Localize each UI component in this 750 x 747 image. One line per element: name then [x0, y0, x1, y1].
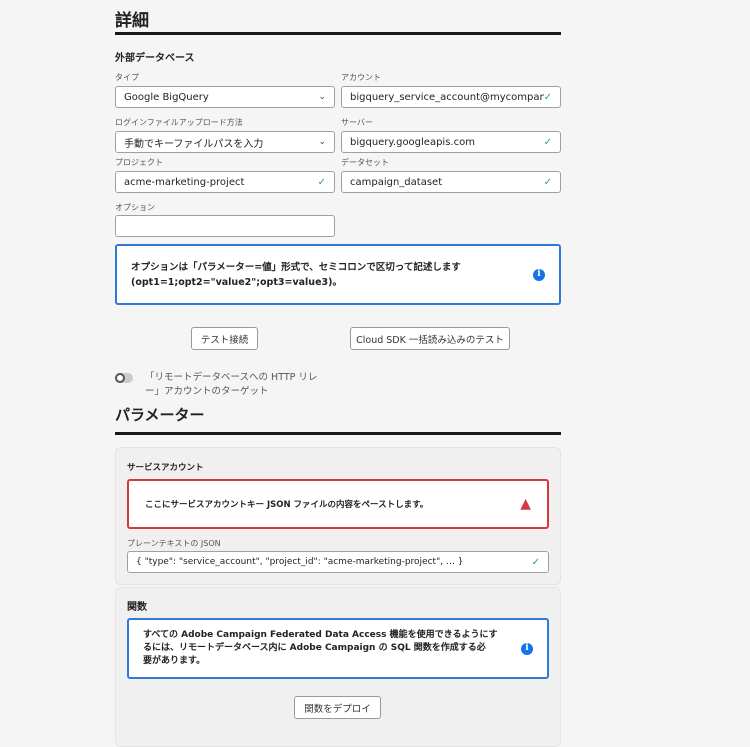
parameters-title: パラメーター	[115, 406, 205, 424]
info-text: (opt1=1;opt2="value2";opt3=value3)。	[131, 276, 342, 288]
service-account-error: ここにサービスアカウントキー JSON ファイルの内容をペーストします。 ▲	[127, 479, 549, 529]
upload-value: 手動でキーファイルパスを入力	[124, 138, 264, 150]
check-icon: ✓	[543, 91, 552, 103]
toggle-text: ー」アカウントのターゲット	[145, 386, 269, 397]
check-icon: ✓	[317, 176, 326, 188]
test-connection-button[interactable]: テスト接続	[191, 327, 258, 350]
server-value: bigquery.googleapis.com	[350, 136, 475, 148]
dataset-value: campaign_dataset	[350, 176, 443, 188]
upload-label: ログインファイルアップロード方法	[115, 118, 243, 127]
chevron-down-icon: ⌄	[318, 92, 326, 102]
divider	[115, 32, 561, 35]
divider	[115, 432, 561, 435]
service-account-title: サービスアカウント	[127, 463, 204, 473]
info-text: すべての Adobe Campaign Federated Data Acces…	[143, 630, 498, 640]
project-label: プロジェクト	[115, 158, 163, 167]
type-select[interactable]: Google BigQuery ⌄	[115, 86, 335, 108]
options-label: オプション	[115, 203, 155, 212]
chevron-down-icon: ⌄	[318, 137, 326, 147]
functions-title: 関数	[127, 602, 147, 613]
dataset-field[interactable]: campaign_dataset ✓	[341, 171, 561, 193]
info-text: オプションは「パラメーター=値」形式で、セミコロンで区切って記述します	[131, 261, 461, 273]
info-icon: i	[521, 642, 533, 655]
toggle-text: 「リモートデータベースへの HTTP リレ	[145, 372, 318, 383]
functions-info-box: すべての Adobe Campaign Federated Data Acces…	[127, 618, 549, 679]
type-label: タイプ	[115, 73, 139, 82]
project-value: acme-marketing-project	[124, 176, 245, 188]
type-value: Google BigQuery	[124, 91, 209, 103]
options-info-box: オプションは「パラメーター=値」形式で、セミコロンで区切って記述します (opt1…	[115, 244, 561, 305]
info-icon: i	[533, 268, 545, 281]
server-field[interactable]: bigquery.googleapis.com ✓	[341, 131, 561, 153]
json-input[interactable]: { "type": "service_account", "project_id…	[127, 551, 549, 573]
account-field[interactable]: bigquery_service_account@mycompany.iam..…	[341, 86, 561, 108]
deploy-functions-button[interactable]: 関数をデプロイ	[294, 696, 381, 719]
check-icon: ✓	[531, 556, 540, 568]
details-title: 詳細	[115, 11, 149, 31]
json-label: プレーンテキストの JSON	[127, 539, 221, 548]
alert-icon: ▲	[520, 496, 531, 512]
server-label: サーバー	[341, 118, 373, 127]
account-value: bigquery_service_account@mycompany.iam..…	[350, 91, 544, 103]
http-relay-label: 「リモートデータベースへの HTTP リレ ー」アカウントのターゲット	[145, 371, 317, 399]
dataset-label: データセット	[341, 158, 389, 167]
upload-method-select[interactable]: 手動でキーファイルパスを入力 ⌄	[115, 131, 335, 153]
http-relay-toggle[interactable]	[115, 373, 133, 383]
test-cloud-sdk-button[interactable]: Cloud SDK 一括読み込みのテスト	[350, 327, 510, 350]
error-text: ここにサービスアカウントキー JSON ファイルの内容をペーストします。	[145, 500, 429, 510]
check-icon: ✓	[543, 136, 552, 148]
check-icon: ✓	[543, 176, 552, 188]
json-value: { "type": "service_account", "project_id…	[136, 557, 464, 567]
account-label: アカウント	[341, 73, 381, 82]
info-text: るには、リモートデータベース内に Adobe Campaign の SQL 関数…	[143, 643, 486, 653]
info-text: 要があります。	[143, 656, 206, 666]
section-external-db: 外部データベース	[115, 53, 195, 64]
options-input[interactable]	[115, 215, 335, 237]
project-field[interactable]: acme-marketing-project ✓	[115, 171, 335, 193]
